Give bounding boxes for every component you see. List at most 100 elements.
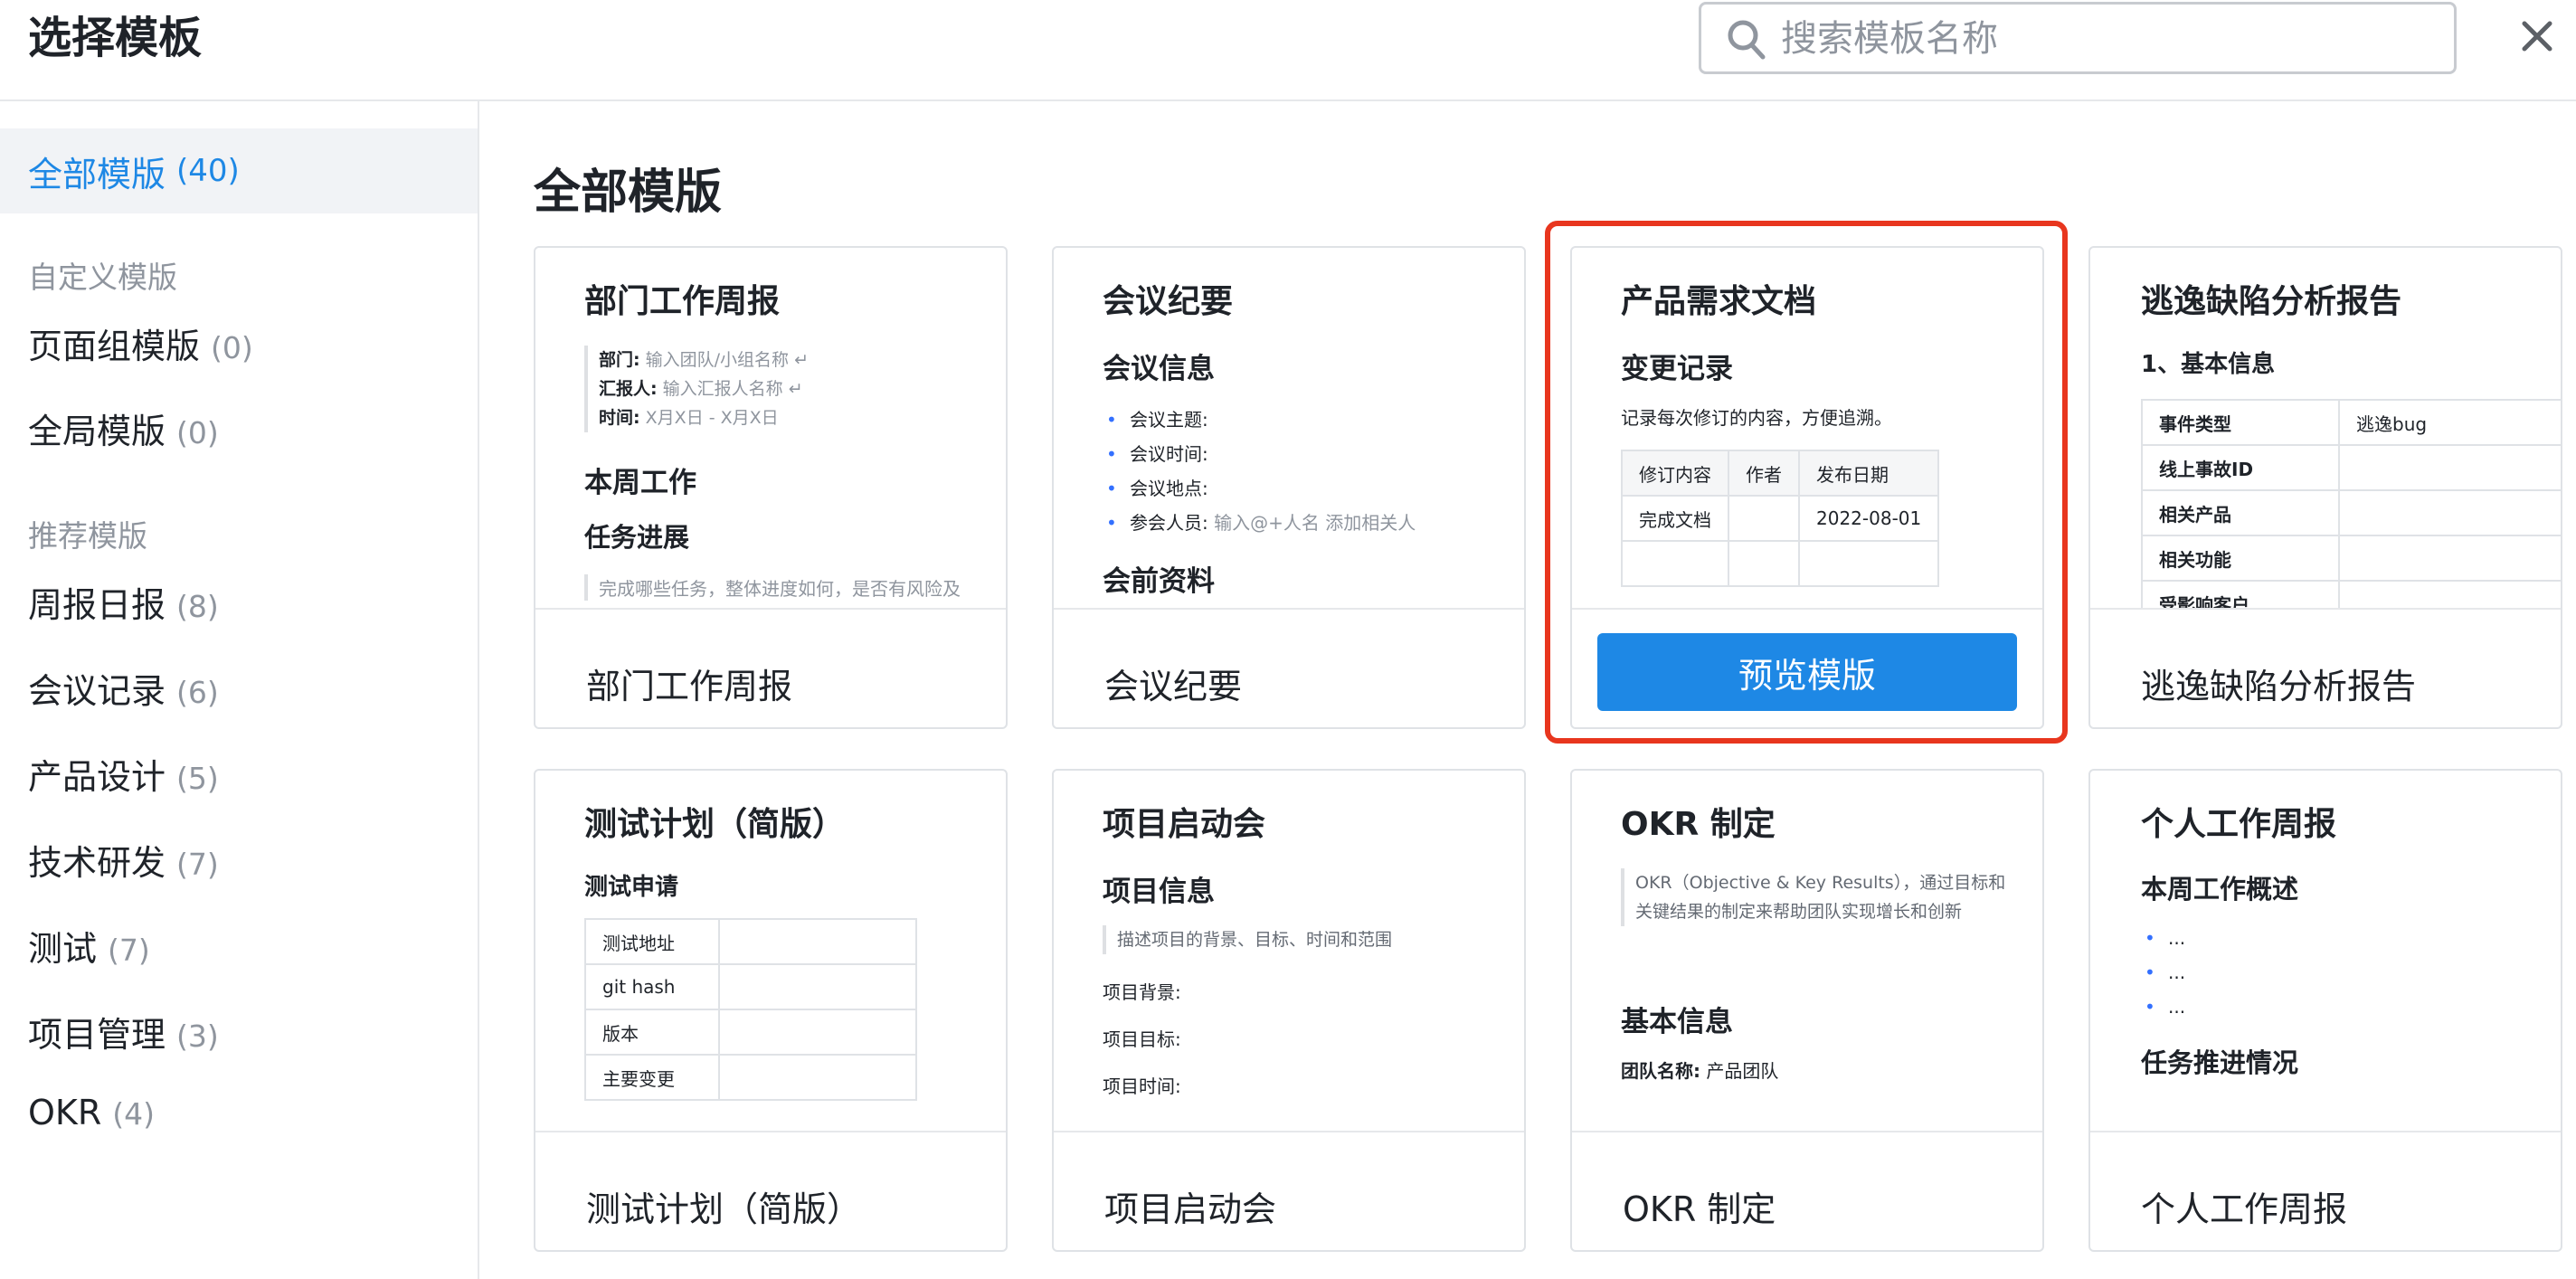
template-preview: 部门工作周报 部门: 输入团队/小组名称 ↵ 汇报人: 输入汇报人名称 ↵ 时间… — [535, 248, 1006, 610]
list-item: ... — [2141, 921, 2539, 955]
table-row: 相关产品 — [2141, 489, 2561, 536]
preview-heading: 基本信息 — [1621, 1006, 1733, 1038]
dialog-title: 选择模板 — [28, 13, 203, 63]
template-name: 逃逸缺陷分析报告 — [2141, 667, 2417, 706]
sidebar-item-count: (6) — [176, 675, 219, 710]
sidebar-item-all[interactable]: 全部模版 (40) — [0, 128, 478, 213]
table-row: 修订内容 作者 发布日期 — [1621, 450, 1940, 497]
preview-field: 团队名称: 产品团队 — [1621, 1056, 2019, 1086]
template-card-project-kickoff[interactable]: 项目启动会 项目信息 描述项目的背景、目标、时间和范围 项目背景: 项目目标: … — [1052, 769, 1526, 1252]
sidebar-item-count: (7) — [108, 933, 150, 968]
table-row: 事件类型 逃逸bug — [2141, 399, 2561, 446]
template-name: 项目启动会 — [1104, 1189, 1277, 1229]
sidebar-item-okr[interactable]: OKR (4) — [28, 1093, 155, 1132]
sidebar-item-label: 全部模版 — [28, 154, 166, 194]
template-card-okr[interactable]: OKR 制定 OKR（Objective & Key Results），通过目标… — [1570, 769, 2044, 1252]
sidebar-item-label: 产品设计 — [28, 757, 166, 797]
sidebar-item-label: 会议记录 — [28, 671, 166, 711]
preview-quote: 描述项目的背景、目标、时间和范围 — [1103, 925, 1501, 954]
field-value: 输入汇报人名称 ↵ — [662, 379, 803, 399]
sidebar-item-count: (0) — [211, 330, 253, 365]
preview-table: 测试地址 git hash 版本 主要变更 — [584, 918, 917, 1101]
preview-quote: OKR（Objective & Key Results），通过目标和关键结果的制… — [1621, 868, 2019, 926]
sidebar-item-label: 页面组模版 — [28, 327, 201, 366]
preview-title: 项目启动会 — [1103, 806, 1266, 843]
preview-title: 会议纪要 — [1103, 283, 1234, 320]
sidebar-item-count: (5) — [176, 761, 219, 796]
template-preview: 产品需求文档 变更记录 记录每次修订的内容，方便追溯。 修订内容 作者 发布日期… — [1572, 248, 2042, 610]
table-row: 受影响客户 — [2141, 580, 2561, 608]
preview-subheading: 本周工作概述 — [2141, 874, 2299, 905]
preview-text: 完成哪些任务，整体进度如何，是否有风险及 — [584, 574, 982, 601]
template-preview: 项目启动会 项目信息 描述项目的背景、目标、时间和范围 项目背景: 项目目标: … — [1054, 771, 1524, 1132]
template-name: 会议纪要 — [1104, 667, 1243, 706]
template-preview: 测试计划（简版） 测试申请 测试地址 git hash 版本 主要变更 — [535, 771, 1006, 1132]
sidebar-item-testing[interactable]: 测试 (7) — [28, 921, 150, 971]
close-icon — [2522, 21, 2552, 52]
table-row: 完成文档 2022-08-01 — [1621, 495, 1940, 542]
preview-line: 项目时间: — [1103, 1075, 1181, 1097]
field-label: 团队名称: — [1621, 1060, 1700, 1082]
template-card-test-plan[interactable]: 测试计划（简版） 测试申请 测试地址 git hash 版本 主要变更 测试计划… — [534, 769, 1008, 1252]
sidebar-item-count: (3) — [176, 1018, 219, 1054]
preview-text: 记录每次修订的内容，方便追溯。 — [1621, 407, 1892, 429]
preview-title: 个人工作周报 — [2141, 806, 2337, 843]
list-item: 会议时间: — [1103, 437, 1501, 471]
preview-title: 部门工作周报 — [584, 283, 781, 320]
preview-line: 项目背景: — [1103, 981, 1181, 1003]
preview-line: 项目目标: — [1103, 1028, 1181, 1050]
sidebar-item-count: (8) — [176, 589, 219, 624]
search-input[interactable] — [1779, 5, 2434, 73]
preview-subheading: 任务进展 — [584, 522, 690, 553]
table-row: git hash — [584, 963, 917, 1010]
sidebar-item-label: OKR — [28, 1093, 102, 1132]
search-box[interactable] — [1699, 2, 2457, 74]
sidebar-item-count: (4) — [112, 1096, 155, 1132]
preview-subheading: 测试申请 — [584, 874, 679, 901]
list-item: ... — [2141, 990, 2539, 1024]
field-value: 产品团队 — [1706, 1060, 1779, 1082]
preview-template-button[interactable]: 预览模版 — [1597, 633, 2017, 711]
template-preview: 会议纪要 会议信息 会议主题: 会议时间: 会议地点: 参会人员: 输入@+人名… — [1054, 248, 1524, 610]
preview-title: 测试计划（简版） — [584, 806, 846, 843]
sidebar-item-product[interactable]: 产品设计 (5) — [28, 749, 219, 799]
close-button[interactable] — [2514, 9, 2560, 63]
sidebar-item-label: 测试 — [28, 929, 98, 969]
sidebar-item-project[interactable]: 项目管理 (3) — [28, 1007, 219, 1056]
sidebar-item-count: (0) — [176, 415, 219, 450]
table-row: 版本 — [584, 1009, 917, 1056]
sidebar-item-count: (7) — [176, 847, 219, 882]
sidebar-item-label: 周报日报 — [28, 585, 166, 625]
sidebar-item-tech[interactable]: 技术研发 (7) — [28, 835, 219, 885]
table-row: 测试地址 — [584, 918, 917, 965]
template-card-meeting-minutes[interactable]: 会议纪要 会议信息 会议主题: 会议时间: 会议地点: 参会人员: 输入@+人名… — [1052, 246, 1526, 729]
table-row: 线上事故ID — [2141, 444, 2561, 491]
list-item: ... — [2141, 955, 2539, 990]
preview-table: 修订内容 作者 发布日期 完成文档 2022-08-01 — [1621, 450, 1940, 587]
table-row — [1621, 540, 1940, 587]
preview-bullet-list: 会议主题: 会议时间: 会议地点: 参会人员: 输入@+人名 添加相关人 — [1103, 403, 1501, 540]
field-label: 汇报人: — [599, 379, 658, 399]
sidebar-item-global[interactable]: 全局模版 (0) — [28, 403, 219, 453]
template-name: 部门工作周报 — [586, 667, 793, 706]
list-item: 会议地点: — [1103, 471, 1501, 506]
template-preview: OKR 制定 OKR（Objective & Key Results），通过目标… — [1572, 771, 2042, 1132]
template-card-personal-weekly[interactable]: 个人工作周报 本周工作概述 ... ... ... 任务推进情况 个人工作周报 — [2088, 769, 2562, 1252]
dialog-header: 选择模板 — [0, 0, 2576, 101]
sidebar-item-weekly-daily[interactable]: 周报日报 (8) — [28, 577, 219, 627]
preview-heading: 会前资料 — [1103, 565, 1215, 598]
preview-subheading: 1、基本信息 — [2141, 351, 2276, 378]
preview-heading: 变更记录 — [1621, 353, 1733, 385]
table-row: 相关功能 — [2141, 535, 2561, 582]
preview-subheading: 任务推进情况 — [2141, 1047, 2299, 1078]
group-title-recommend: 推荐模版 — [28, 518, 147, 554]
template-preview: 个人工作周报 本周工作概述 ... ... ... 任务推进情况 — [2090, 771, 2561, 1132]
template-name: OKR 制定 — [1623, 1189, 1776, 1229]
sidebar-item-meeting[interactable]: 会议记录 (6) — [28, 663, 219, 713]
search-icon — [1727, 17, 1766, 64]
template-card-escape-defect[interactable]: 逃逸缺陷分析报告 1、基本信息 事件类型 逃逸bug 线上事故ID 相关产品 相关… — [2088, 246, 2562, 729]
section-title: 全部模版 — [534, 166, 723, 220]
preview-heading: 会议信息 — [1103, 353, 1215, 385]
sidebar-item-page-group[interactable]: 页面组模版 (0) — [28, 318, 253, 368]
template-card-dept-weekly[interactable]: 部门工作周报 部门: 输入团队/小组名称 ↵ 汇报人: 输入汇报人名称 ↵ 时间… — [534, 246, 1008, 729]
